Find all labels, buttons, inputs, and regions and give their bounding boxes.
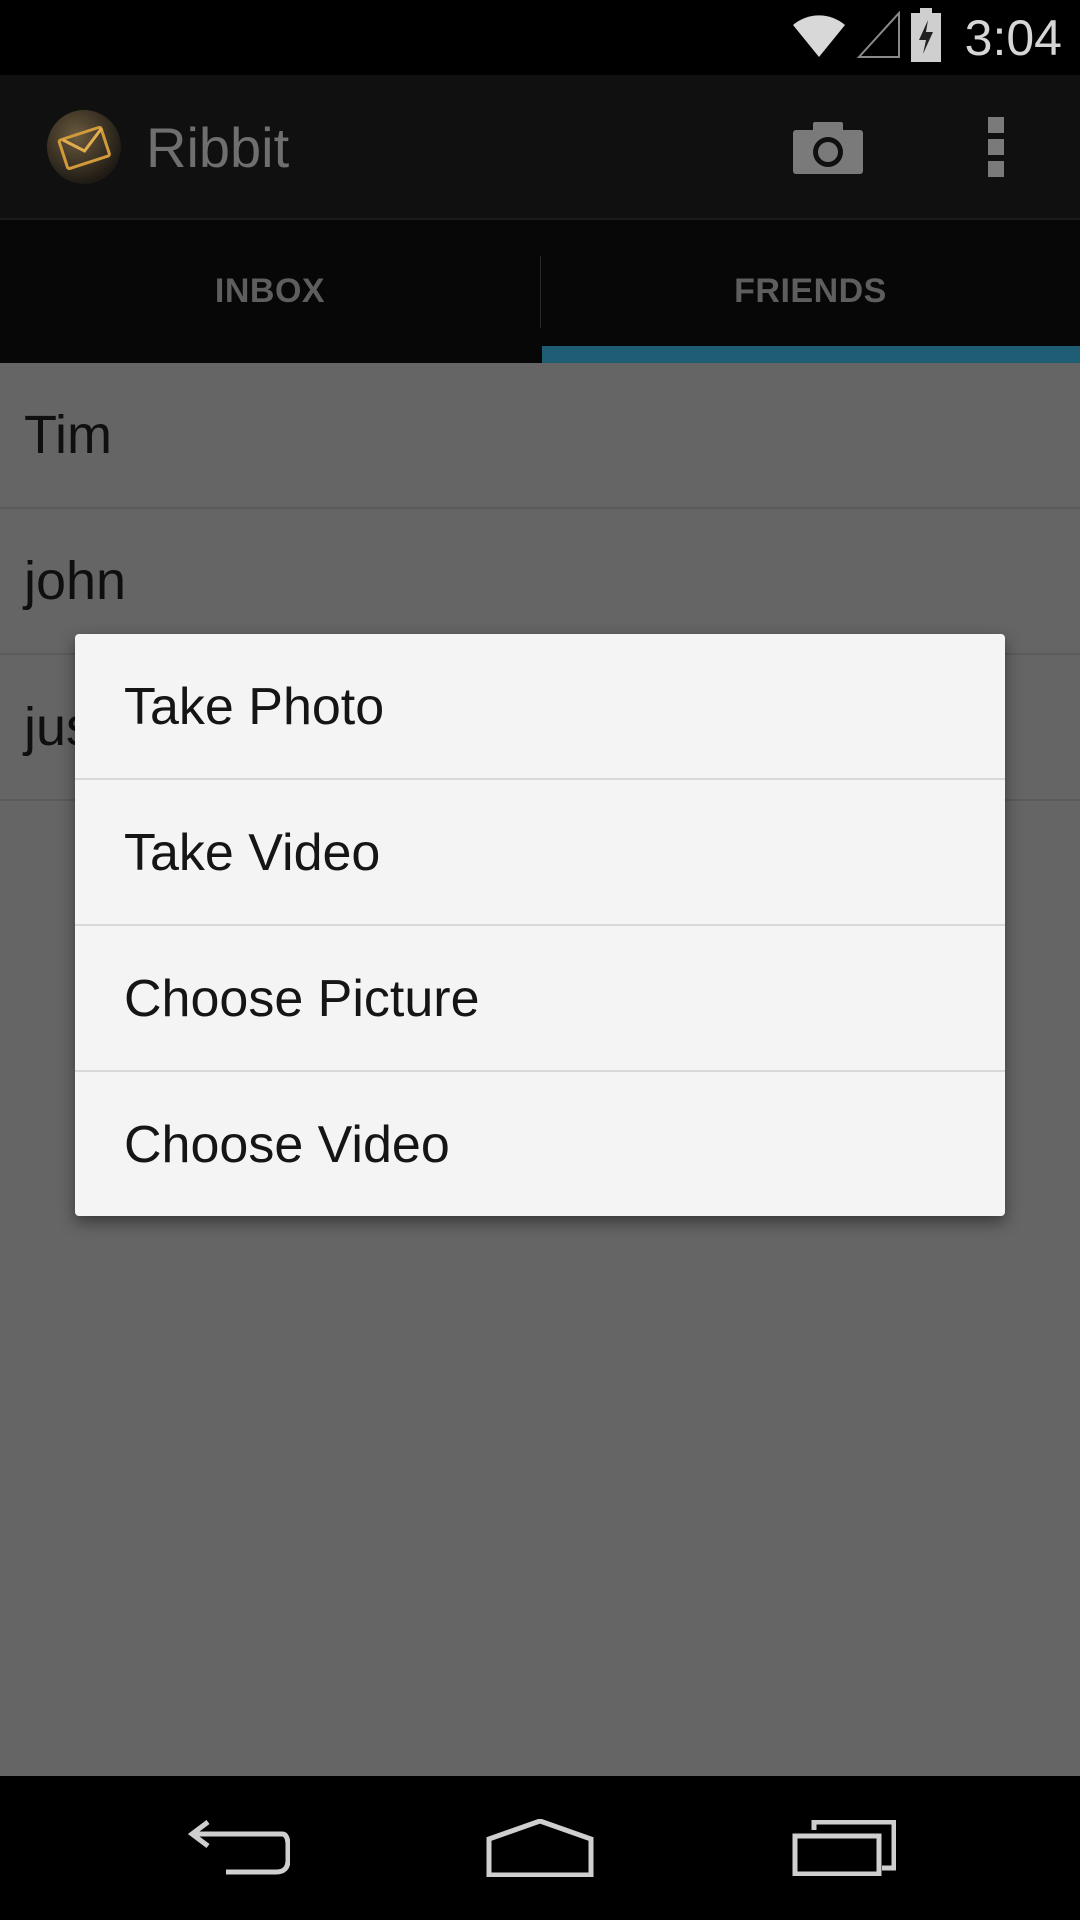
screen: 3:04 Ribbit INBOX FRIENDS Tim john jus T… — [0, 0, 1080, 1920]
app-title: Ribbit — [146, 116, 290, 179]
action-bar: Ribbit — [0, 75, 1080, 220]
back-icon[interactable] — [178, 1798, 298, 1898]
overflow-menu-icon[interactable] — [966, 105, 1026, 189]
home-icon[interactable] — [480, 1798, 600, 1898]
navigation-bar — [0, 1776, 1080, 1920]
media-options-dialog: Take Photo Take Video Choose Picture Cho… — [75, 634, 1005, 1216]
status-icons: 3:04 — [791, 0, 1062, 75]
tab-bar: INBOX FRIENDS — [0, 220, 1080, 363]
take-photo-option[interactable]: Take Photo — [75, 634, 1005, 780]
tab-inbox[interactable]: INBOX — [0, 220, 540, 363]
recent-apps-icon[interactable] — [784, 1798, 904, 1898]
status-bar: 3:04 — [0, 0, 1080, 75]
camera-icon[interactable] — [782, 105, 874, 189]
tab-selected-indicator — [542, 346, 1080, 363]
choose-video-option[interactable]: Choose Video — [75, 1072, 1005, 1216]
list-item[interactable]: Tim — [0, 363, 1080, 509]
wifi-icon — [791, 11, 847, 64]
status-time: 3:04 — [964, 9, 1062, 66]
tab-friends[interactable]: FRIENDS — [541, 220, 1080, 363]
battery-charging-icon — [910, 8, 941, 67]
choose-picture-option[interactable]: Choose Picture — [75, 926, 1005, 1072]
cell-signal-icon — [856, 10, 901, 64]
take-video-option[interactable]: Take Video — [75, 780, 1005, 926]
envelope-logo[interactable] — [46, 109, 122, 185]
